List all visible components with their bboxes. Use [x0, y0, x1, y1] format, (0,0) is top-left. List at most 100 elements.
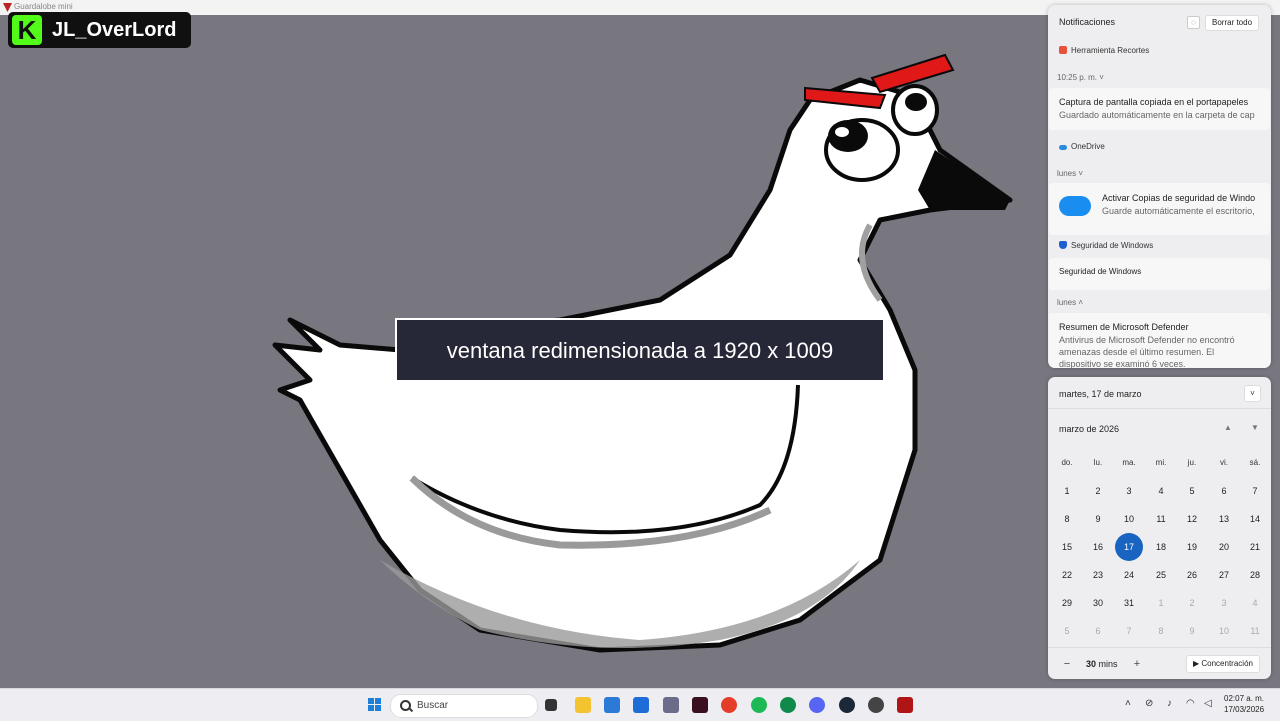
weekday-label: sá.	[1249, 458, 1261, 467]
divider	[1048, 647, 1271, 648]
calendar-day[interactable]: 16	[1084, 533, 1112, 561]
calendar-day[interactable]: 23	[1084, 561, 1112, 589]
calendar-day[interactable]: 25	[1147, 561, 1175, 589]
calendar-day[interactable]: 15	[1053, 533, 1081, 561]
calendar-day[interactable]: 17	[1115, 533, 1143, 561]
microphone-icon[interactable]: ♪	[1167, 698, 1172, 709]
calendar-day[interactable]: 26	[1178, 561, 1206, 589]
calendar-day[interactable]: 13	[1210, 505, 1238, 533]
increase-focus-button[interactable]: +	[1130, 657, 1144, 671]
calendar-month[interactable]: marzo de 2026	[1059, 424, 1119, 434]
app-icon	[3, 3, 12, 12]
volume-icon[interactable]: ◁	[1204, 698, 1212, 709]
calendar-day[interactable]: 30	[1084, 589, 1112, 617]
next-month-icon[interactable]: ▼	[1251, 423, 1259, 432]
divider	[1048, 408, 1271, 409]
decrease-focus-button[interactable]: −	[1060, 657, 1074, 671]
snipping-tool-icon[interactable]	[663, 697, 679, 713]
onedrive-cloud-icon	[1059, 196, 1091, 216]
notification-title: Resumen de Microsoft Defender	[1059, 322, 1189, 332]
calendar-day[interactable]: 10	[1115, 505, 1143, 533]
taskbar-clock[interactable]: 02:07 a. m. 17/03/2026	[1224, 693, 1264, 715]
calendar-day[interactable]: 28	[1241, 561, 1269, 589]
calendar-day[interactable]: 2	[1178, 589, 1206, 617]
app-icon-red[interactable]	[897, 697, 913, 713]
discord-icon[interactable]	[809, 697, 825, 713]
focus-button-label: Concentración	[1201, 659, 1253, 668]
outlook-icon[interactable]	[633, 697, 649, 713]
store-icon[interactable]	[604, 697, 620, 713]
app-icon-dark[interactable]	[692, 697, 708, 713]
calendar-day[interactable]: 6	[1210, 477, 1238, 505]
calendar-day[interactable]: 9	[1084, 505, 1112, 533]
calendar-day[interactable]: 5	[1178, 477, 1206, 505]
calendar-day[interactable]: 3	[1115, 477, 1143, 505]
calendar-day[interactable]: 14	[1241, 505, 1269, 533]
xbox-icon[interactable]	[780, 697, 796, 713]
task-view-icon[interactable]	[545, 699, 557, 711]
show-hidden-icons-chevron-icon[interactable]: ˄	[1125, 698, 1131, 709]
calendar-day[interactable]: 29	[1053, 589, 1081, 617]
calendar-day[interactable]: 8	[1147, 617, 1175, 645]
start-windows-icon[interactable]	[368, 698, 382, 712]
notification-card[interactable]: Seguridad de Windows	[1049, 258, 1270, 290]
calendar-day[interactable]: 11	[1147, 505, 1175, 533]
calendar-day[interactable]: 19	[1178, 533, 1206, 561]
calendar-day[interactable]: 20	[1210, 533, 1238, 561]
notification-app-onedrive: OneDrive	[1059, 142, 1105, 151]
calendar-day[interactable]: 4	[1147, 477, 1175, 505]
notification-card[interactable]: Captura de pantalla copiada en el portap…	[1049, 88, 1270, 130]
calendar-day[interactable]: 1	[1147, 589, 1175, 617]
calendar-day[interactable]: 31	[1115, 589, 1143, 617]
clear-all-button[interactable]: Borrar todo	[1205, 15, 1260, 31]
calendar-day[interactable]: 22	[1053, 561, 1081, 589]
taskbar-search[interactable]: Buscar	[390, 694, 538, 718]
notification-pane: Notificaciones ◌ Borrar todo Herramienta…	[1048, 5, 1271, 368]
calendar-day[interactable]: 1	[1053, 477, 1081, 505]
calendar-day[interactable]: 7	[1115, 617, 1143, 645]
notification-card[interactable]: Resumen de Microsoft Defender Antivirus …	[1049, 313, 1270, 368]
focus-minutes: 30	[1086, 659, 1097, 669]
calendar-day[interactable]: 5	[1053, 617, 1081, 645]
calendar-day[interactable]: 21	[1241, 533, 1269, 561]
calendar-day[interactable]: 24	[1115, 561, 1143, 589]
wifi-icon[interactable]: ◠	[1186, 698, 1195, 709]
calendar-day[interactable]: 2	[1084, 477, 1112, 505]
obs-icon[interactable]	[868, 697, 884, 713]
clock-date: 17/03/2026	[1224, 705, 1265, 714]
calendar-day[interactable]: 9	[1178, 617, 1206, 645]
calendar-day[interactable]: 27	[1210, 561, 1238, 589]
steam-icon[interactable]	[839, 697, 855, 713]
onedrive-icon	[1059, 145, 1067, 150]
window-title: Guardalobe mini	[14, 2, 73, 11]
calendar-day[interactable]: 6	[1084, 617, 1112, 645]
calendar-day[interactable]: 11	[1241, 617, 1269, 645]
notification-app-snipping: Herramienta Recortes	[1059, 46, 1149, 55]
notification-app-security: Seguridad de Windows	[1059, 241, 1153, 250]
focus-session-button[interactable]: ▶ Concentración	[1186, 655, 1260, 673]
notification-body-line: dispositivo se examinó 6 veces.	[1059, 359, 1186, 368]
calendar-day[interactable]: 3	[1210, 589, 1238, 617]
chrome-icon[interactable]	[721, 697, 737, 713]
calendar-flyout: martes, 17 de marzo ˅ marzo de 2026 ▲ ▼ …	[1048, 377, 1271, 679]
previous-month-icon[interactable]: ▲	[1224, 423, 1232, 432]
collapse-chevron-icon[interactable]: ˅	[1244, 385, 1261, 402]
notification-time[interactable]: lunes ˅	[1057, 169, 1083, 178]
resize-overlay-text: ventana redimensionada a 1920 x 1009	[446, 338, 834, 363]
notification-time[interactable]: lunes ˄	[1057, 298, 1083, 307]
notification-body-line: Antivirus de Microsoft Defender no encon…	[1059, 335, 1235, 345]
calendar-day[interactable]: 12	[1178, 505, 1206, 533]
notification-time[interactable]: 10:25 p. m. ˅	[1057, 73, 1104, 82]
do-not-disturb-icon[interactable]: ◌	[1187, 16, 1200, 29]
calendar-day[interactable]: 18	[1147, 533, 1175, 561]
calendar-day[interactable]: 8	[1053, 505, 1081, 533]
notification-body-line: amenazas desde el último resumen. El	[1059, 347, 1215, 357]
snipping-tool-icon	[1059, 46, 1067, 54]
calendar-day[interactable]: 10	[1210, 617, 1238, 645]
spotify-icon[interactable]	[751, 697, 767, 713]
network-off-icon[interactable]: ⊘	[1145, 698, 1153, 709]
calendar-day[interactable]: 4	[1241, 589, 1269, 617]
notification-card[interactable]: Activar Copias de seguridad de Windo Gua…	[1049, 183, 1270, 235]
calendar-day[interactable]: 7	[1241, 477, 1269, 505]
file-explorer-icon[interactable]	[575, 697, 591, 713]
